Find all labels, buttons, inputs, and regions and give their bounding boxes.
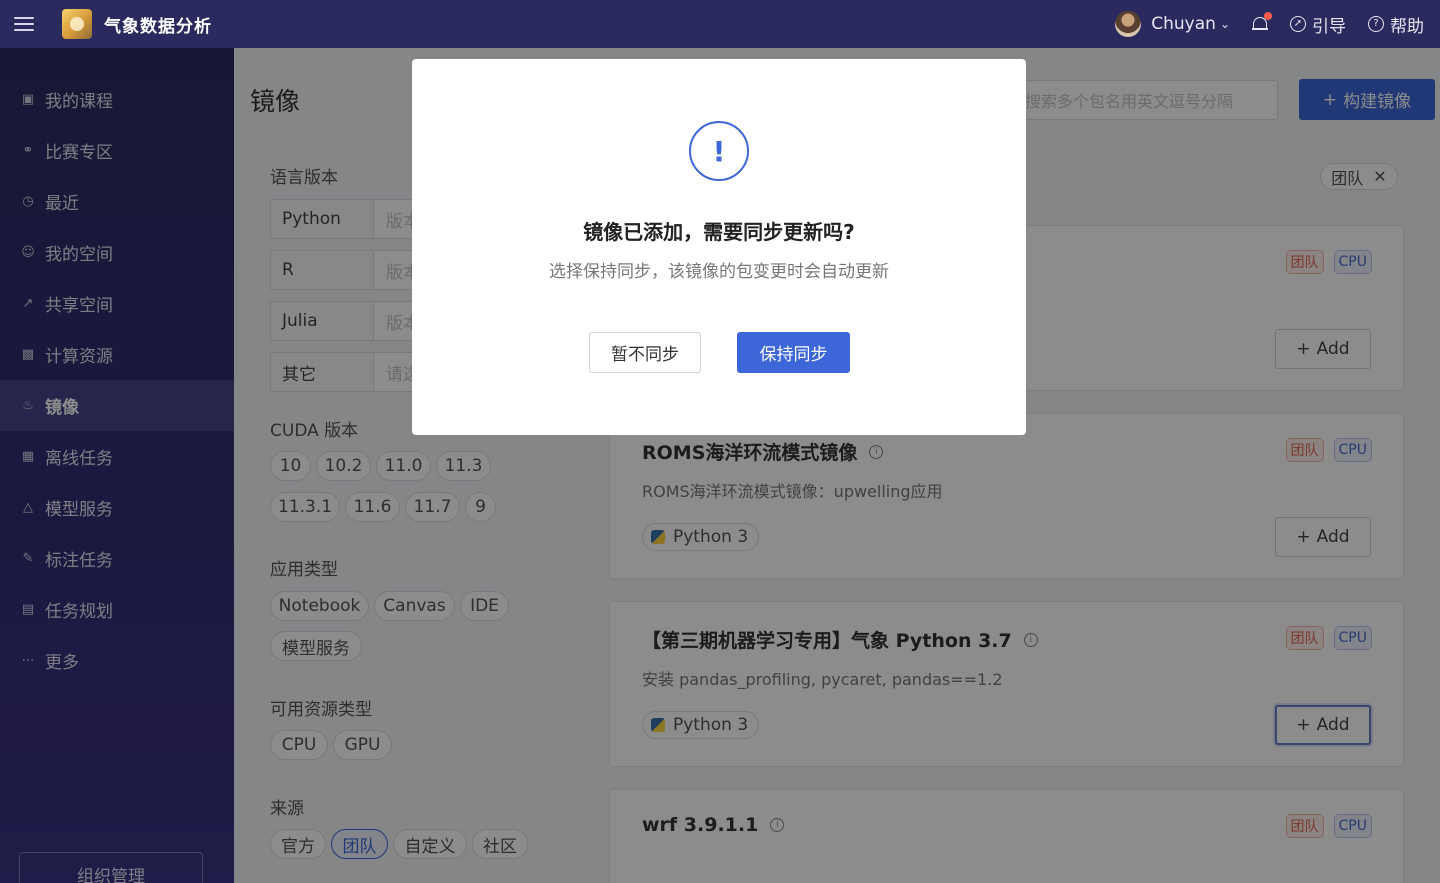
keep-sync-button[interactable]: 保持同步 bbox=[737, 332, 850, 373]
avatar[interactable] bbox=[1115, 11, 1142, 37]
compass-icon: ➚ bbox=[1290, 16, 1306, 32]
app-logo bbox=[62, 9, 92, 39]
dialog-title: 镜像已添加，需要同步更新吗? bbox=[583, 220, 855, 244]
question-icon: ? bbox=[1368, 16, 1384, 32]
chevron-down-icon[interactable]: ⌄ bbox=[1220, 17, 1230, 31]
app-title: 气象数据分析 bbox=[104, 16, 212, 37]
sync-dialog: ! 镜像已添加，需要同步更新吗? 选择保持同步，该镜像的包变更时会自动更新 暂不… bbox=[412, 59, 1026, 435]
notification-dot bbox=[1264, 12, 1272, 20]
help-label: 帮助 bbox=[1390, 16, 1424, 37]
top-bar: 气象数据分析 Chuyan ⌄ ➚ 引导 ? 帮助 bbox=[0, 0, 1440, 48]
menu-icon[interactable] bbox=[14, 17, 34, 31]
username[interactable]: Chuyan bbox=[1151, 14, 1216, 34]
guide-label: 引导 bbox=[1312, 16, 1346, 37]
help-link[interactable]: ? 帮助 bbox=[1368, 12, 1424, 37]
no-sync-button[interactable]: 暂不同步 bbox=[589, 332, 701, 373]
exclamation-icon: ! bbox=[689, 121, 749, 181]
guide-link[interactable]: ➚ 引导 bbox=[1290, 12, 1346, 37]
bell-icon[interactable] bbox=[1252, 12, 1272, 33]
dialog-subtitle: 选择保持同步，该镜像的包变更时会自动更新 bbox=[549, 262, 889, 282]
